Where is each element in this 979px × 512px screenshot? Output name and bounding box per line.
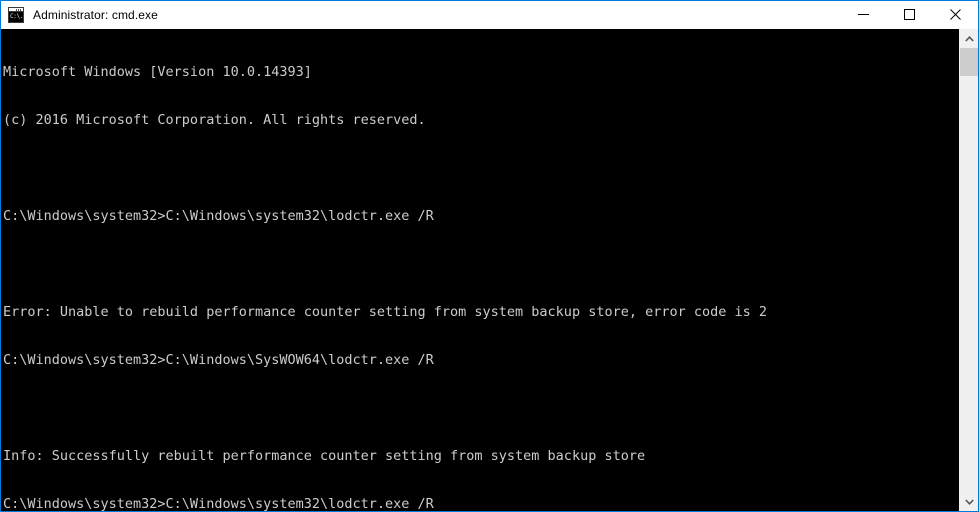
scroll-down-arrow-button[interactable] xyxy=(960,492,978,511)
console-scrollbar[interactable] xyxy=(959,29,978,511)
window-controls xyxy=(840,1,978,29)
title-bar[interactable]: C:\. Administrator: cmd.exe xyxy=(1,1,978,29)
console-icon-dots xyxy=(16,9,22,11)
console-line: C:\Windows\system32>C:\Windows\system32\… xyxy=(3,496,434,511)
scrollbar-track[interactable] xyxy=(960,48,978,492)
console-icon-screen: C:\. xyxy=(9,12,23,22)
command-prompt-window: C:\. Administrator: cmd.exe Microsoft Wi… xyxy=(0,0,979,512)
scroll-up-arrow-button[interactable] xyxy=(960,29,978,48)
client-area: Microsoft Windows [Version 10.0.14393] (… xyxy=(1,29,978,511)
minimize-icon xyxy=(857,8,869,23)
maximize-icon xyxy=(903,8,915,23)
console-icon: C:\. xyxy=(8,7,24,23)
chevron-down-icon xyxy=(964,498,974,505)
console-line: Info: Successfully rebuilt performance c… xyxy=(3,448,646,464)
console-line: (c) 2016 Microsoft Corporation. All righ… xyxy=(3,112,426,128)
console-line: Error: Unable to rebuild performance cou… xyxy=(3,304,768,320)
minimize-button[interactable] xyxy=(840,1,886,29)
scrollbar-thumb[interactable] xyxy=(960,48,978,76)
close-button[interactable] xyxy=(932,1,978,29)
maximize-button[interactable] xyxy=(886,1,932,29)
console-line: C:\Windows\system32>C:\Windows\SysWOW64\… xyxy=(3,352,434,368)
console-output[interactable]: Microsoft Windows [Version 10.0.14393] (… xyxy=(1,29,959,511)
console-line: Microsoft Windows [Version 10.0.14393] xyxy=(3,64,312,80)
chevron-up-icon xyxy=(964,35,974,42)
close-icon xyxy=(949,8,961,23)
window-title: Administrator: cmd.exe xyxy=(33,8,158,22)
console-line: C:\Windows\system32>C:\Windows\system32\… xyxy=(3,208,434,224)
